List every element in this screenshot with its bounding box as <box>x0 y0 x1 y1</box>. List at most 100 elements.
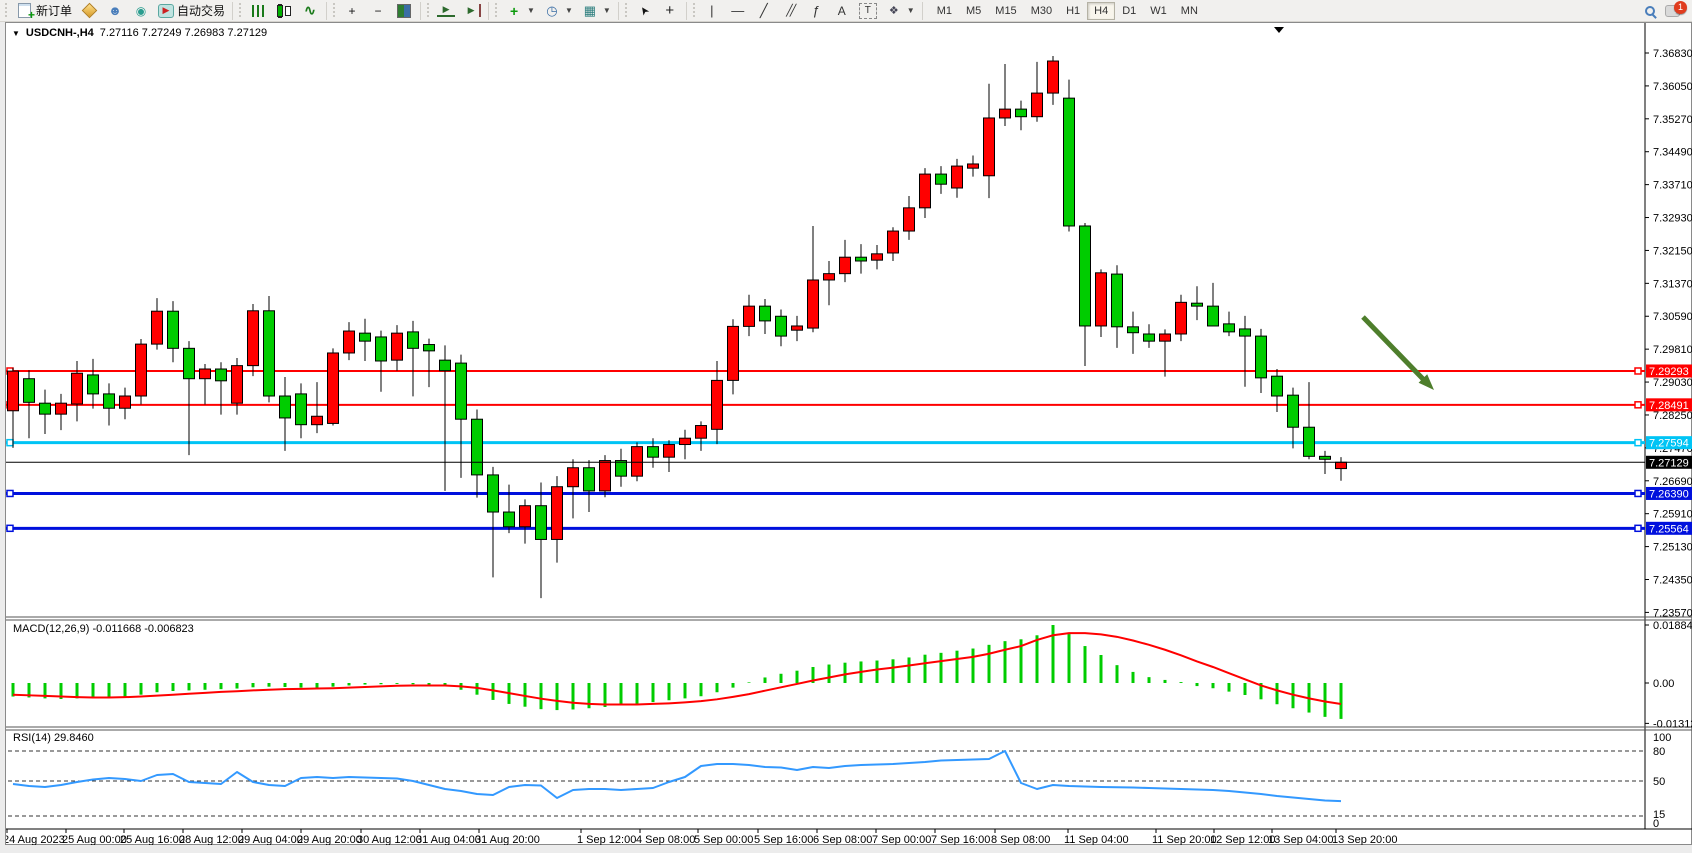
candle <box>136 344 147 396</box>
rsi-indicator-label: RSI(14) 29.8460 <box>13 732 94 744</box>
candle <box>88 375 99 394</box>
rsi-panel[interactable] <box>13 751 1341 801</box>
candle <box>648 447 659 458</box>
clock-icon: ◷ <box>543 3 561 19</box>
macd-signal-line <box>13 633 1341 704</box>
chart-menu-toggle-icon[interactable]: ▼ <box>12 29 20 38</box>
zoom-in-button[interactable]: + <box>339 1 365 21</box>
timeframe-button-H4[interactable]: H4 <box>1087 2 1115 20</box>
arrows-icon: ❖ <box>885 3 903 19</box>
text-button[interactable]: A <box>829 1 855 21</box>
auto-scroll-button[interactable]: ▶ <box>433 1 459 21</box>
templates-button[interactable]: ▦▼ <box>577 1 615 21</box>
dropdown-caret-icon[interactable]: ▼ <box>565 6 573 15</box>
chart-window-button[interactable] <box>76 1 102 21</box>
notifications-icon[interactable]: 1 <box>1665 5 1680 17</box>
tile-windows-button[interactable] <box>391 1 417 21</box>
equidistant-channel-button[interactable]: ╱╱ <box>777 1 803 21</box>
main-toolbar: 新订单☻◉▶自动交易∿+−▶▶+▼◷▼▦▼➤+|—╱╱╱ƒAT❖▼M1M5M15… <box>0 0 1692 22</box>
text-label-button[interactable]: T <box>855 1 881 21</box>
macd-panel[interactable] <box>13 625 1341 719</box>
candle <box>680 438 691 444</box>
candle <box>600 461 611 491</box>
dropdown-caret-icon[interactable]: ▼ <box>527 6 535 15</box>
price-tag-label: 7.26390 <box>1649 488 1689 500</box>
price-tick-label: 7.25910 <box>1653 509 1692 521</box>
candle <box>776 316 787 336</box>
cursor-button[interactable]: ➤ <box>631 1 657 21</box>
line-handle[interactable] <box>7 490 13 496</box>
periods-button[interactable]: ◷▼ <box>539 1 577 21</box>
line-handle[interactable] <box>7 525 13 531</box>
line-handle[interactable] <box>1635 440 1641 446</box>
timeframe-button-M5[interactable]: M5 <box>959 2 988 20</box>
timeframe-button-M15[interactable]: M15 <box>988 2 1023 20</box>
candle <box>328 353 339 423</box>
chart-window[interactable]: 7.368307.360507.352707.344907.337107.329… <box>5 22 1692 845</box>
timeframe-button-D1[interactable]: D1 <box>1115 2 1143 20</box>
toolbar-right-cluster: 1 <box>1645 5 1692 17</box>
horizontal-line-button[interactable]: — <box>725 1 751 21</box>
timeframe-button-M30[interactable]: M30 <box>1024 2 1059 20</box>
candle <box>72 373 83 404</box>
chart-canvas[interactable]: 7.368307.360507.352707.344907.337107.329… <box>6 23 1692 846</box>
candlestick-icon <box>275 3 293 19</box>
alerts-button[interactable]: ◉ <box>128 1 154 21</box>
toolbar-separator <box>232 2 233 20</box>
rsi-axis-label: 100 <box>1653 732 1671 744</box>
toolbar-grip <box>238 3 243 19</box>
candle <box>872 254 883 260</box>
fibonacci-button[interactable]: ƒ <box>803 1 829 21</box>
chart-shift-button[interactable]: ▶ <box>459 1 485 21</box>
arrows-button[interactable]: ❖▼ <box>881 1 919 21</box>
rsi-axis-label: 80 <box>1653 746 1665 758</box>
crosshair-button[interactable]: + <box>657 1 683 21</box>
bar-chart-button[interactable] <box>245 1 271 21</box>
price-tick-label: 7.36050 <box>1653 81 1692 93</box>
candle <box>408 332 419 348</box>
autotrading-button[interactable]: ▶自动交易 <box>154 1 229 21</box>
timeframe-button-MN[interactable]: MN <box>1174 2 1205 20</box>
toolbar-grip <box>494 3 499 19</box>
timeframe-button-M1[interactable]: M1 <box>930 2 959 20</box>
vertical-line-button[interactable]: | <box>699 1 725 21</box>
text-icon: A <box>833 3 851 19</box>
rsi-axis-label: 50 <box>1653 776 1665 788</box>
indicators-button[interactable]: +▼ <box>501 1 539 21</box>
timeframe-button-H1[interactable]: H1 <box>1059 2 1087 20</box>
candle <box>1064 98 1075 226</box>
dropdown-caret-icon[interactable]: ▼ <box>907 6 915 15</box>
price-tick-label: 7.35270 <box>1653 114 1692 126</box>
line-handle[interactable] <box>1635 490 1641 496</box>
search-icon[interactable] <box>1645 6 1655 16</box>
autotrading-icon: ▶ <box>158 4 174 18</box>
arrow-annotation[interactable] <box>1363 317 1434 390</box>
gold-cube-icon <box>80 3 98 19</box>
dropdown-caret-icon[interactable]: ▼ <box>603 6 611 15</box>
profile-button[interactable]: ☻ <box>102 1 128 21</box>
candle <box>264 311 275 396</box>
candle <box>120 396 131 408</box>
macd-indicator-label: MACD(12,26,9) -0.011668 -0.006823 <box>13 623 194 635</box>
timeframe-button-W1[interactable]: W1 <box>1143 2 1174 20</box>
price-tag-label: 7.25564 <box>1649 523 1689 535</box>
line-chart-button[interactable]: ∿ <box>297 1 323 21</box>
line-handle[interactable] <box>1635 402 1641 408</box>
trendline-button[interactable]: ╱ <box>751 1 777 21</box>
chart-shift-marker-icon[interactable] <box>1274 27 1284 33</box>
line-handle[interactable] <box>1635 525 1641 531</box>
toolbar-separator <box>618 2 619 20</box>
line-handle[interactable] <box>7 440 13 446</box>
candle <box>312 416 323 424</box>
candlestick-chart-button[interactable] <box>271 1 297 21</box>
candle <box>584 468 595 491</box>
candle <box>552 487 563 540</box>
line-handle[interactable] <box>1635 368 1641 374</box>
price-tick-label: 7.29810 <box>1653 344 1692 356</box>
price-tick-label: 7.25130 <box>1653 542 1692 554</box>
notification-badge: 1 <box>1674 1 1687 14</box>
new-order-button[interactable]: 新订单 <box>11 1 76 21</box>
candle <box>8 371 19 411</box>
zoom-out-button[interactable]: − <box>365 1 391 21</box>
trendline-icon: ╱ <box>755 3 773 19</box>
